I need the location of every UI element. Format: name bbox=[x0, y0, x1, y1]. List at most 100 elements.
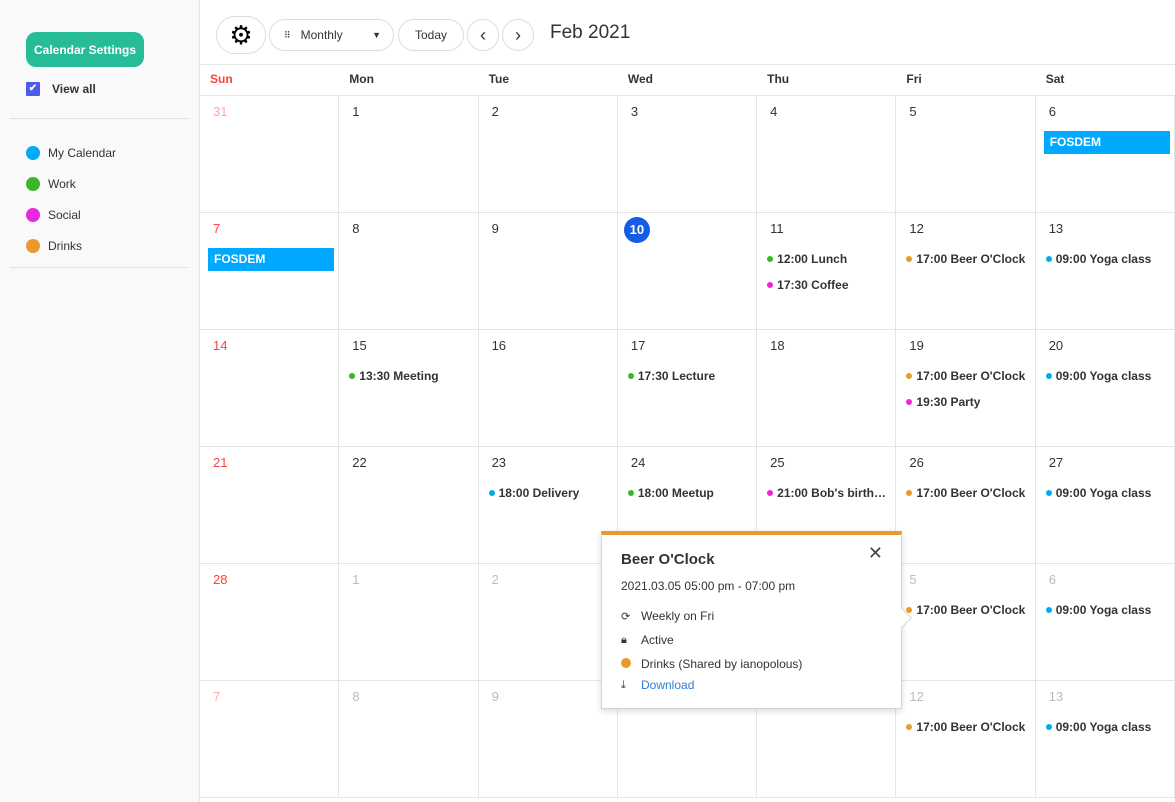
event-dot-icon bbox=[349, 373, 356, 379]
day-cell[interactable]: 31 bbox=[200, 96, 340, 213]
day-cell[interactable]: 1 bbox=[339, 96, 479, 213]
gear-icon[interactable]: ⚙ bbox=[216, 16, 266, 54]
event-detail-popup: Beer O'Clock ✕ 2021.03.05 05:00 pm - 07:… bbox=[601, 531, 912, 709]
event-dot-icon bbox=[627, 490, 634, 496]
event-dot-icon bbox=[906, 724, 913, 730]
event-item[interactable]: 09:00 Yoga class bbox=[1045, 720, 1168, 734]
event-item[interactable]: 21:00 Bob's birthday bbox=[767, 486, 889, 500]
day-number: 6 bbox=[1048, 104, 1056, 119]
divider bbox=[10, 267, 189, 268]
event-label: 19:30 Party bbox=[916, 395, 981, 409]
day-cell[interactable]: 7 FOSDEM bbox=[200, 213, 340, 330]
day-cell[interactable]: 6 09:00 Yoga class bbox=[1035, 564, 1175, 681]
event-item[interactable]: 18:00 Meetup bbox=[627, 486, 750, 500]
event-dot-icon bbox=[767, 490, 774, 496]
day-cell[interactable]: 21 bbox=[200, 447, 340, 564]
event-label: 12:00 Lunch bbox=[777, 252, 848, 266]
day-cell[interactable]: 8 bbox=[339, 213, 479, 330]
event-dot-icon bbox=[906, 490, 913, 496]
sidebar: Calendar Settings ✔ View all My Calendar W… bbox=[0, 0, 200, 802]
day-cell[interactable]: 22 bbox=[339, 447, 479, 564]
event-item[interactable]: 09:00 Yoga class bbox=[1045, 252, 1168, 266]
calendar-settings-button[interactable]: Calendar Settings bbox=[26, 32, 144, 67]
event-label: 17:00 Beer O'Clock bbox=[916, 252, 1026, 266]
day-cell[interactable]: 9 bbox=[478, 213, 618, 330]
day-number: 7 bbox=[213, 221, 221, 236]
event-item[interactable]: 17:00 Beer O'Clock bbox=[906, 252, 1028, 266]
day-cell[interactable]: 1 bbox=[339, 564, 479, 681]
day-cell[interactable]: 14 bbox=[200, 330, 340, 447]
day-cell[interactable]: 6 FOSDEM bbox=[1035, 96, 1175, 213]
day-cell[interactable]: 28 bbox=[200, 564, 340, 681]
event-item[interactable]: 17:00 Beer O'Clock bbox=[906, 603, 1028, 617]
day-cell[interactable]: 3 bbox=[617, 96, 758, 213]
download-link[interactable]: Download bbox=[641, 678, 694, 692]
calendar-item[interactable]: My Calendar bbox=[26, 137, 116, 168]
close-icon[interactable]: ✕ bbox=[868, 543, 883, 564]
calendar-item[interactable]: Work bbox=[26, 168, 116, 199]
event-dot-icon bbox=[906, 373, 913, 379]
event-item[interactable]: 09:00 Yoga class bbox=[1045, 603, 1168, 617]
day-cell[interactable]: 12 17:00 Beer O'Clock bbox=[896, 681, 1036, 798]
event-item[interactable]: 17:30 Lecture bbox=[627, 369, 750, 383]
day-number: 10 bbox=[623, 217, 650, 243]
popup-calendar: Drinks (Shared by ianopolous) bbox=[641, 657, 803, 671]
today-button[interactable]: Today bbox=[398, 19, 464, 51]
day-cell[interactable]: 19 17:00 Beer O'Clock 19:30 Party bbox=[896, 330, 1036, 447]
calendar-item[interactable]: Drinks bbox=[26, 230, 116, 261]
day-cell[interactable]: 20 09:00 Yoga class bbox=[1035, 330, 1175, 447]
day-cell[interactable]: 12 17:00 Beer O'Clock bbox=[896, 213, 1036, 330]
calendar-name: My Calendar bbox=[48, 145, 117, 160]
popup-time: 2021.03.05 05:00 pm - 07:00 pm bbox=[621, 579, 796, 593]
event-label: 09:00 Yoga class bbox=[1055, 252, 1152, 266]
day-cell[interactable]: 16 bbox=[478, 330, 618, 447]
day-number: 12 bbox=[909, 689, 924, 704]
event-item[interactable]: 17:00 Beer O'Clock bbox=[906, 486, 1028, 500]
day-cell[interactable]: 27 09:00 Yoga class bbox=[1035, 447, 1175, 564]
day-number: 23 bbox=[491, 455, 507, 470]
day-cell[interactable]: 26 17:00 Beer O'Clock bbox=[896, 447, 1036, 564]
day-cell[interactable]: 4 bbox=[757, 96, 897, 213]
day-number: 1 bbox=[352, 104, 360, 119]
next-month-button[interactable]: › bbox=[502, 19, 534, 51]
event-label: 21:00 Bob's birthday bbox=[777, 486, 890, 500]
day-cell[interactable]: 23 18:00 Delivery bbox=[478, 447, 618, 564]
day-cell[interactable]: 18 bbox=[757, 330, 897, 447]
day-cell[interactable]: 17 17:30 Lecture bbox=[617, 330, 758, 447]
event-item[interactable]: 09:00 Yoga class bbox=[1045, 486, 1168, 500]
event-item[interactable]: 17:00 Beer O'Clock bbox=[906, 369, 1028, 383]
event-item[interactable]: 09:00 Yoga class bbox=[1045, 369, 1168, 383]
event-item[interactable]: 19:30 Party bbox=[906, 395, 1028, 409]
weekday-wed: Wed bbox=[627, 72, 653, 86]
day-cell[interactable]: 11 12:00 Lunch 17:30 Coffee bbox=[757, 213, 897, 330]
day-cell[interactable]: 15 13:30 Meeting bbox=[339, 330, 479, 447]
view-select[interactable]: ⠿ Monthly ▼ bbox=[269, 19, 394, 51]
calendar-item[interactable]: Social bbox=[26, 199, 116, 230]
event-item[interactable]: 13:30 Meeting bbox=[349, 369, 471, 383]
day-number: 11 bbox=[770, 221, 784, 236]
day-cell[interactable]: 5 bbox=[896, 96, 1036, 213]
event-label: 09:00 Yoga class bbox=[1055, 603, 1152, 617]
event-item[interactable]: 17:00 Beer O'Clock bbox=[906, 720, 1028, 734]
day-cell[interactable]: 2 bbox=[478, 96, 618, 213]
event-item[interactable]: 17:30 Coffee bbox=[767, 278, 889, 292]
day-cell[interactable]: 13 09:00 Yoga class bbox=[1035, 213, 1175, 330]
day-cell[interactable]: 7 bbox=[200, 681, 340, 798]
event-bar[interactable]: FOSDEM bbox=[1043, 131, 1170, 154]
day-cell[interactable]: 13 09:00 Yoga class bbox=[1035, 681, 1175, 798]
day-number: 20 bbox=[1048, 338, 1064, 353]
day-number: 14 bbox=[213, 338, 228, 353]
day-cell[interactable]: 2 bbox=[478, 564, 618, 681]
event-item[interactable]: 18:00 Delivery bbox=[488, 486, 611, 500]
event-bar[interactable]: FOSDEM bbox=[208, 248, 335, 271]
day-cell[interactable]: 5 17:00 Beer O'Clock bbox=[896, 564, 1036, 681]
prev-month-button[interactable]: ‹ bbox=[467, 19, 499, 51]
event-item[interactable]: 12:00 Lunch bbox=[767, 252, 889, 266]
day-cell[interactable]: 10 bbox=[617, 213, 758, 330]
day-number: 6 bbox=[1048, 572, 1056, 587]
view-all-checkbox[interactable]: ✔ View all bbox=[26, 82, 96, 96]
day-cell[interactable]: 9 bbox=[478, 681, 618, 798]
day-cell[interactable]: 8 bbox=[339, 681, 479, 798]
calendar-name: Work bbox=[48, 176, 76, 191]
day-number: 2 bbox=[491, 104, 499, 119]
